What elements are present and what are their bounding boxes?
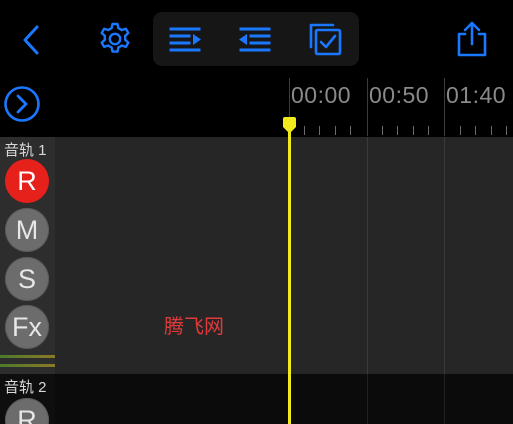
ruler-minor-tick	[304, 126, 305, 135]
ruler-minor-tick	[475, 126, 476, 135]
top-toolbar	[0, 0, 513, 80]
share-button[interactable]	[452, 19, 492, 59]
solo-button[interactable]: S	[5, 257, 49, 301]
ruler-minor-tick	[335, 126, 336, 135]
circle-chevron-right-icon	[4, 86, 40, 122]
timeline-ruler[interactable]	[0, 80, 513, 137]
ruler-minor-tick	[350, 126, 351, 135]
grid-line	[367, 374, 368, 424]
record-arm-button[interactable]: R	[5, 159, 49, 203]
ruler-minor-tick	[491, 126, 492, 135]
ruler-minor-tick	[319, 126, 320, 135]
mute-button[interactable]: M	[5, 208, 49, 252]
track-2-header: 音轨 2 R	[0, 374, 55, 424]
edit-tools-group	[153, 12, 359, 66]
expand-tracks-button[interactable]	[2, 84, 42, 124]
share-icon	[457, 21, 487, 57]
record-arm-button[interactable]: R	[5, 398, 49, 424]
outdent-left-button[interactable]	[235, 22, 275, 56]
ruler-major-tick	[367, 78, 368, 136]
gear-icon	[100, 22, 130, 53]
outdent-left-icon	[239, 27, 271, 52]
grid-line	[367, 137, 368, 374]
track-2: 音轨 2 R	[0, 374, 513, 424]
ruler-minor-tick	[413, 126, 414, 135]
grid-line	[444, 137, 445, 374]
grid-line	[444, 374, 445, 424]
ruler-minor-tick	[460, 126, 461, 135]
playhead-handle[interactable]	[282, 117, 297, 134]
audio-editor-app: 00:00 00:50 01:40 音轨 1 R M S Fx 音轨 2 R 腾…	[0, 0, 513, 424]
ruler-major-tick	[444, 78, 445, 136]
level-meter	[0, 355, 55, 358]
track-1-header: 音轨 1 R M S Fx	[0, 137, 55, 374]
track-1: 音轨 1 R M S Fx	[0, 137, 513, 374]
level-meter	[0, 364, 55, 367]
ruler-minor-tick	[397, 126, 398, 135]
playhead-line[interactable]	[288, 124, 291, 424]
track-name: 音轨 2	[4, 379, 47, 396]
effects-button[interactable]: Fx	[5, 305, 49, 349]
select-all-icon	[309, 23, 342, 56]
ruler-minor-tick	[428, 126, 429, 135]
ruler-label: 01:40	[446, 82, 507, 108]
ruler-minor-tick	[506, 126, 507, 135]
ruler-label: 00:50	[369, 82, 430, 108]
indent-right-icon	[169, 27, 201, 52]
watermark-text: 腾飞网	[164, 314, 224, 338]
select-all-button[interactable]	[305, 20, 345, 58]
back-button[interactable]	[14, 22, 48, 58]
settings-button[interactable]	[95, 19, 135, 59]
track-name: 音轨 1	[4, 142, 47, 159]
chevron-left-icon	[23, 25, 39, 55]
indent-right-button[interactable]	[165, 22, 205, 56]
ruler-label: 00:00	[291, 82, 352, 108]
ruler-minor-tick	[382, 126, 383, 135]
